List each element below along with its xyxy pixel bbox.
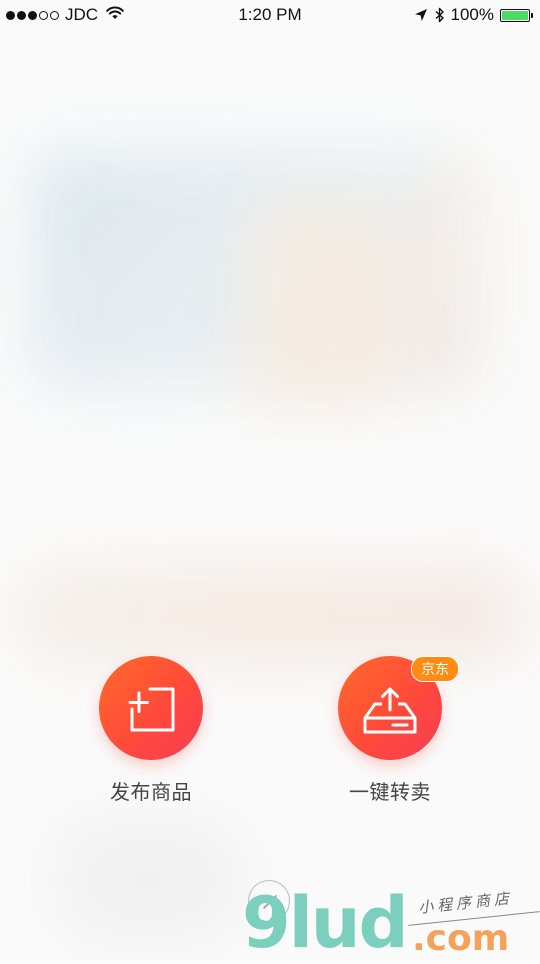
blurred-background	[0, 0, 540, 960]
publish-item-button[interactable]	[99, 656, 203, 760]
bluetooth-icon	[435, 7, 445, 23]
battery-tip	[531, 12, 533, 18]
blurred-banner-highlight	[250, 200, 390, 400]
watermark-logo: 9lud	[242, 882, 409, 964]
one-click-resell-label: 一键转卖	[349, 782, 431, 804]
jd-badge: 京东	[411, 656, 459, 682]
watermark-domain: .com	[412, 918, 510, 959]
status-bar: JDC 1:20 PM 100%	[0, 0, 540, 30]
add-square-icon	[128, 687, 175, 732]
publish-item-label: 发布商品	[110, 782, 192, 804]
status-right: 100%	[414, 5, 533, 25]
blurred-strip	[20, 570, 520, 660]
site-watermark: 9lud 小程序商店 .com	[242, 888, 540, 960]
watermark-tagline: 小程序商店	[417, 890, 514, 917]
blurred-footer-item	[60, 820, 240, 940]
publish-item-action[interactable]: 发布商品	[99, 656, 203, 804]
battery-icon	[500, 8, 533, 22]
battery-fill	[502, 10, 528, 20]
battery-percent: 100%	[450, 5, 494, 24]
location-arrow-icon	[414, 8, 428, 22]
one-click-resell-action[interactable]: 京东 一键转卖	[338, 656, 459, 804]
